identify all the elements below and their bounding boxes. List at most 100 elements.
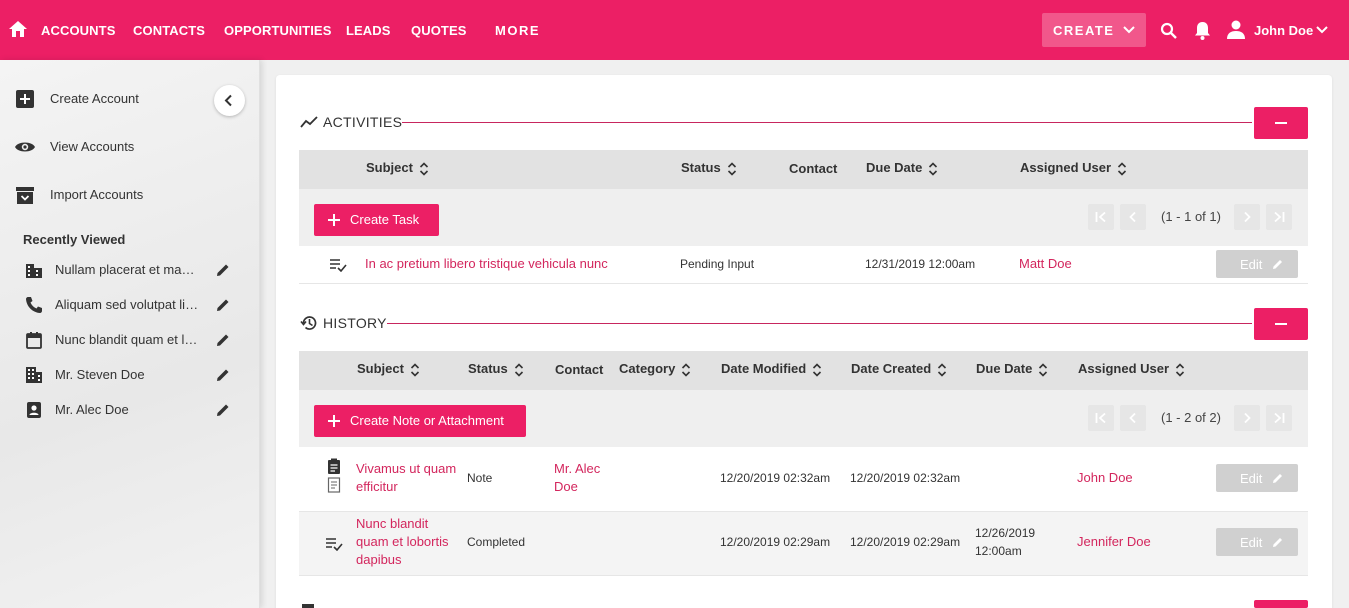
home-icon[interactable] — [8, 19, 28, 39]
minus-icon — [1275, 122, 1287, 124]
col-due-date[interactable]: Due Date — [976, 361, 1048, 378]
user-menu-chevron-icon[interactable] — [1316, 25, 1328, 35]
pagination-text: (1 - 2 of 2) — [1161, 410, 1221, 425]
col-category[interactable]: Category — [619, 361, 691, 378]
col-status[interactable]: Status — [681, 160, 737, 177]
col-subject[interactable]: Subject — [366, 160, 429, 177]
create-task-button[interactable]: Create Task — [314, 204, 439, 236]
row-assigned-user-link[interactable]: John Doe — [1077, 469, 1133, 487]
next-section-icon — [302, 604, 314, 608]
recent-item[interactable]: Mr. Alec Doe — [25, 400, 235, 420]
sort-icon — [1117, 161, 1127, 176]
pencil-icon[interactable] — [215, 332, 231, 348]
col-date-modified[interactable]: Date Modified — [721, 361, 822, 378]
collapse-sidebar-button[interactable] — [214, 85, 245, 116]
next-page-button[interactable] — [1234, 204, 1260, 230]
history-header[interactable]: HISTORY — [300, 313, 390, 333]
edit-button[interactable]: Edit — [1216, 528, 1298, 556]
row-assigned-user-link[interactable]: Matt Doe — [1019, 255, 1072, 273]
chevron-left-icon — [1129, 211, 1136, 223]
edit-button[interactable]: Edit — [1216, 250, 1298, 278]
pencil-icon[interactable] — [215, 297, 231, 313]
nav-more[interactable]: MORE — [495, 23, 540, 38]
row-assigned-user-link[interactable]: Jennifer Doe — [1077, 533, 1151, 551]
pencil-icon[interactable] — [215, 402, 231, 418]
col-status[interactable]: Status — [468, 361, 524, 378]
sort-icon — [929, 161, 938, 176]
recent-item-label: Aliquam sed volutpat libero — [55, 297, 201, 312]
last-page-button[interactable] — [1266, 405, 1292, 431]
history-toolbar: Create Note or Attachment (1 - 2 of 2) — [299, 390, 1308, 447]
row-subject-link[interactable]: Nunc blandit quam et lobortis dapibus — [356, 515, 449, 569]
prev-page-button[interactable] — [1120, 204, 1146, 230]
history-icon — [300, 316, 317, 330]
last-page-button[interactable] — [1266, 204, 1292, 230]
activities-collapse-button[interactable] — [1254, 107, 1308, 139]
row-contact-link[interactable]: Mr. Alec Doe — [554, 460, 600, 496]
history-title: HISTORY — [323, 315, 387, 331]
table-row: In ac pretium libero tristique vehicula … — [299, 246, 1308, 284]
first-page-button[interactable] — [1088, 204, 1114, 230]
row-date-created: 12/20/2019 02:29am — [850, 535, 961, 549]
row-status: Completed — [467, 535, 526, 549]
chevron-right-icon — [1244, 412, 1251, 424]
chevron-down-icon — [1123, 26, 1135, 34]
chevron-left-icon — [224, 94, 232, 107]
last-page-icon — [1274, 412, 1285, 424]
edit-label: Edit — [1240, 535, 1263, 550]
col-contact: Contact — [789, 161, 838, 176]
nav-leads[interactable]: LEADS — [346, 23, 391, 38]
nav-opportunities[interactable]: OPPORTUNITIES — [224, 23, 331, 38]
trending-line-icon — [300, 116, 318, 128]
col-due-date[interactable]: Due Date — [866, 160, 938, 177]
recent-item[interactable]: Aliquam sed volutpat libero — [25, 295, 235, 315]
sidebar: Create Account View Accounts Import Acco… — [0, 60, 260, 608]
sort-icon — [938, 362, 947, 377]
create-note-button[interactable]: Create Note or Attachment — [314, 405, 526, 437]
first-page-icon — [1095, 211, 1106, 223]
col-date-created[interactable]: Date Created — [851, 361, 947, 378]
calendar-icon — [26, 332, 42, 349]
phone-icon — [26, 297, 42, 313]
history-collapse-button[interactable] — [1254, 308, 1308, 340]
next-page-button[interactable] — [1234, 405, 1260, 431]
create-button[interactable]: CREATE — [1042, 13, 1146, 47]
bell-icon[interactable] — [1193, 20, 1212, 41]
row-date-modified: 12/20/2019 02:32am — [720, 471, 831, 485]
activities-header[interactable]: ACTIVITIES — [300, 112, 402, 132]
first-page-button[interactable] — [1088, 405, 1114, 431]
col-assigned-user[interactable]: Assigned User — [1078, 361, 1185, 378]
create-task-label: Create Task — [350, 212, 420, 227]
office-icon — [26, 367, 42, 383]
last-page-icon — [1274, 211, 1285, 223]
sort-icon — [1175, 362, 1185, 377]
col-assigned-user[interactable]: Assigned User — [1020, 160, 1127, 177]
row-subject-link[interactable]: Vivamus ut quam efficitur — [356, 460, 456, 496]
pencil-icon[interactable] — [215, 367, 231, 383]
row-due-date: 12/31/2019 12:00am — [865, 257, 976, 271]
nav-contacts[interactable]: CONTACTS — [133, 23, 205, 38]
eye-icon — [15, 142, 35, 152]
activities-toolbar: Create Task (1 - 1 of 1) — [299, 189, 1308, 246]
prev-page-button[interactable] — [1120, 405, 1146, 431]
history-divider — [387, 323, 1252, 324]
user-name[interactable]: John Doe — [1254, 23, 1313, 38]
row-subject-link[interactable]: In ac pretium libero tristique vehicula … — [365, 255, 608, 273]
task-list-icon — [326, 538, 343, 551]
sort-icon — [727, 161, 736, 176]
recent-item[interactable]: Nullam placerat et mauris — [25, 260, 235, 280]
next-section-collapse-button[interactable] — [1254, 600, 1308, 608]
user-avatar-icon[interactable] — [1226, 20, 1246, 39]
table-row: Vivamus ut quam efficitur Note Mr. Alec Do… — [299, 447, 1308, 512]
edit-button[interactable]: Edit — [1216, 464, 1298, 492]
recent-item[interactable]: Nunc blandit quam et lobortis — [25, 330, 235, 350]
sort-icon — [419, 161, 429, 176]
recently-viewed-title: Recently Viewed — [23, 232, 126, 247]
col-subject[interactable]: Subject — [357, 361, 420, 378]
pencil-icon[interactable] — [215, 262, 231, 278]
search-icon[interactable] — [1160, 22, 1178, 40]
nav-accounts[interactable]: ACCOUNTS — [41, 23, 115, 38]
nav-quotes[interactable]: QUOTES — [411, 23, 467, 38]
row-date-created: 12/20/2019 02:32am — [850, 471, 961, 485]
recent-item[interactable]: Mr. Steven Doe — [25, 365, 235, 385]
